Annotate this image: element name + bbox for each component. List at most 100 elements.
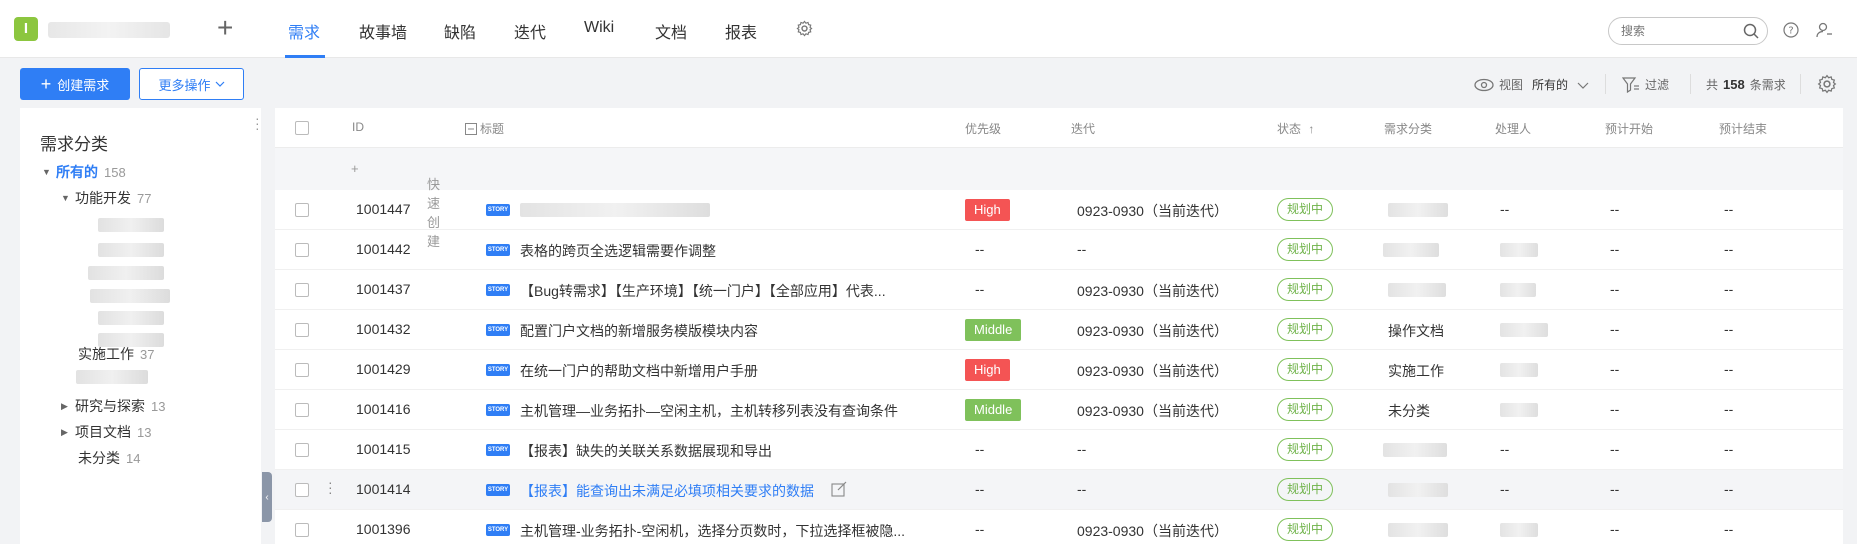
row-category[interactable]: 操作文档 [1388,321,1444,341]
row-start[interactable]: -- [1610,361,1619,377]
row-end[interactable]: -- [1724,401,1733,417]
row-id[interactable]: 1001396 [356,521,411,537]
row-start[interactable]: -- [1610,401,1619,417]
row-title[interactable]: 在统一门户的帮助文档中新增用户手册 [520,361,758,381]
row-end[interactable]: -- [1724,281,1733,297]
status-badge[interactable]: 规划中 [1277,238,1334,261]
row-priority[interactable]: -- [975,521,984,537]
tab-defects[interactable]: 缺陷 [444,19,476,43]
row-checkbox[interactable] [295,283,309,297]
status-badge[interactable]: 规划中 [1277,438,1334,461]
sidebar-item-feature-dev[interactable]: ▼ 功能开发 77 [61,188,151,208]
row-category[interactable]: 未分类 [1388,401,1430,421]
column-category[interactable]: 需求分类 [1384,120,1432,137]
row-checkbox[interactable] [295,483,309,497]
row-start[interactable]: -- [1610,481,1619,497]
row-iteration[interactable]: -- [1077,241,1086,257]
row-iteration[interactable]: 0923-0930（当前迭代） [1077,401,1228,421]
caret-down-icon[interactable]: ▼ [61,193,70,203]
user-icon[interactable] [1815,21,1833,39]
table-row[interactable]: 1001416 STORY 主机管理—业务拓扑—空闲主机，主机转移列表没有查询条… [275,390,1843,430]
row-actions-dots-icon[interactable]: · · · [328,475,333,499]
row-owner-redacted[interactable] [1500,523,1538,537]
row-priority[interactable]: -- [975,281,984,297]
sidebar-item-project-docs[interactable]: ▶ 项目文档 13 [61,422,151,442]
row-category[interactable]: 实施工作 [1388,361,1444,381]
column-planned-end[interactable]: 预计结束 [1719,120,1767,137]
tab-story-wall[interactable]: 故事墙 [359,19,407,43]
quick-create-row[interactable]: + 快速创建 [275,148,1843,249]
row-category-redacted[interactable] [1383,243,1439,257]
row-title[interactable]: 表格的跨页全选逻辑需要作调整 [520,241,716,261]
row-start[interactable]: -- [1610,521,1619,537]
row-id[interactable]: 1001416 [356,401,411,417]
status-badge[interactable]: 规划中 [1277,478,1334,501]
status-badge[interactable]: 规划中 [1277,318,1334,341]
sort-arrow-icon[interactable]: ↑ [1308,122,1314,136]
row-title[interactable]: 【Bug转需求】【生产环境】【统一门户】【全部应用】代表... [520,281,886,301]
row-category-redacted[interactable] [1388,483,1448,497]
row-owner-redacted[interactable] [1500,323,1548,337]
column-status[interactable]: 状态 ↑ [1277,120,1314,137]
search-icon[interactable] [1743,23,1759,39]
edit-icon[interactable] [831,481,847,497]
row-checkbox[interactable] [295,443,309,457]
row-id[interactable]: 1001442 [356,241,411,257]
tab-requirements[interactable]: 需求 [288,19,320,43]
row-owner-redacted[interactable] [1500,243,1538,257]
sidebar-item-redacted[interactable] [90,289,170,303]
row-priority[interactable]: -- [975,481,984,497]
row-title[interactable]: 配置门户文档的新增服务模版模块内容 [520,321,758,341]
row-id[interactable]: 1001447 [356,201,411,217]
row-iteration[interactable]: -- [1077,481,1086,497]
row-iteration[interactable]: 0923-0930（当前迭代） [1077,521,1228,541]
row-iteration[interactable]: -- [1077,441,1086,457]
row-id[interactable]: 1001432 [356,321,411,337]
row-category-redacted[interactable] [1388,203,1448,217]
project-name-redacted[interactable] [48,22,170,38]
add-icon[interactable]: + [217,14,233,42]
sidebar-item-redacted[interactable] [98,218,164,232]
sidebar-item-redacted[interactable] [98,243,164,257]
filter-button[interactable]: 过滤 [1622,76,1669,93]
sidebar-item-redacted[interactable] [98,311,164,325]
row-checkbox[interactable] [295,523,309,537]
row-id[interactable]: 1001415 [356,441,411,457]
sidebar-item-research[interactable]: ▶ 研究与探索 13 [61,396,165,416]
row-category-redacted[interactable] [1383,443,1447,457]
sidebar-item-redacted[interactable] [76,370,148,384]
row-iteration[interactable]: 0923-0930（当前迭代） [1077,201,1228,221]
row-owner[interactable]: -- [1500,481,1509,497]
table-row[interactable]: · · · 1001414 STORY 【报表】能查询出未满足必填项相关要求的数据 … [275,470,1843,510]
table-row[interactable]: 1001432 STORY 配置门户文档的新增服务模版模块内容 Middle 0… [275,310,1843,350]
row-end[interactable]: -- [1724,321,1733,337]
status-badge[interactable]: 规划中 [1277,358,1334,381]
priority-badge[interactable]: Middle [965,319,1022,341]
column-priority[interactable]: 优先级 [965,120,1001,137]
row-end[interactable]: -- [1724,521,1733,537]
row-end[interactable]: -- [1724,241,1733,257]
row-owner[interactable]: -- [1500,201,1509,217]
row-iteration[interactable]: 0923-0930（当前迭代） [1077,321,1228,341]
row-id[interactable]: 1001437 [356,281,411,297]
tab-documents[interactable]: 文档 [655,19,687,43]
tab-wiki[interactable]: Wiki [584,19,614,37]
priority-badge[interactable]: High [965,199,1010,221]
row-end[interactable]: -- [1724,481,1733,497]
column-iteration[interactable]: 迭代 [1071,120,1095,137]
table-row[interactable]: 1001437 STORY 【Bug转需求】【生产环境】【统一门户】【全部应用】… [275,270,1843,310]
row-checkbox[interactable] [295,323,309,337]
sidebar-item-uncategorized[interactable]: 未分类 14 [78,448,140,468]
status-badge[interactable]: 规划中 [1277,198,1334,221]
sidebar-item-implementation[interactable]: 实施工作 37 [78,344,154,364]
row-owner[interactable]: -- [1500,441,1509,457]
row-start[interactable]: -- [1610,441,1619,457]
column-owner[interactable]: 处理人 [1495,120,1531,137]
table-row[interactable]: 1001396 STORY 主机管理-业务拓扑-空闲机，选择分页数时，下拉选择框… [275,510,1843,544]
row-start[interactable]: -- [1610,281,1619,297]
row-end[interactable]: -- [1724,201,1733,217]
search-box[interactable] [1608,17,1768,45]
create-requirement-button[interactable]: + 创建需求 [20,68,130,100]
row-end[interactable]: -- [1724,361,1733,377]
row-checkbox[interactable] [295,403,309,417]
